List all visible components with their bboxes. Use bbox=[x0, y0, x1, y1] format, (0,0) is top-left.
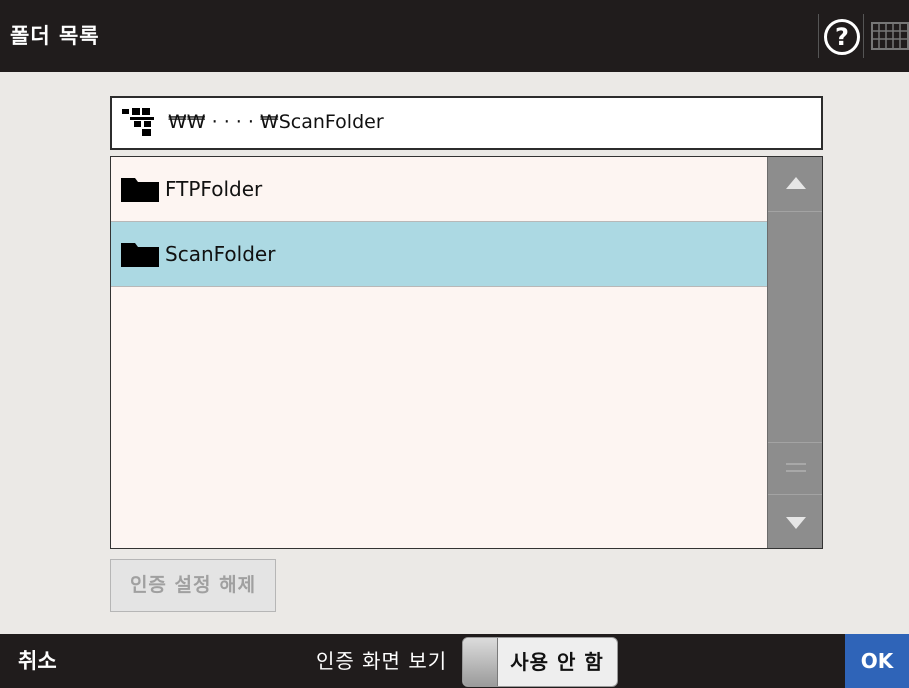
question-circle-icon: ? bbox=[824, 19, 860, 55]
bottom-bar: 취소 인증 화면 보기 사용 안 함 OK bbox=[0, 634, 909, 688]
page-title: 폴더 목록 bbox=[10, 24, 100, 48]
scrollbar[interactable] bbox=[767, 157, 822, 548]
scroll-thumb[interactable] bbox=[768, 442, 822, 493]
folder-list[interactable]: FTPFolder ScanFolder bbox=[110, 156, 823, 549]
path-text: ₩₩ · · · · ₩ScanFolder bbox=[168, 111, 384, 133]
keyboard-icon bbox=[871, 22, 909, 50]
folder-label: FTPFolder bbox=[165, 177, 263, 201]
ok-button[interactable]: OK bbox=[845, 634, 909, 688]
scroll-down-button[interactable] bbox=[768, 494, 822, 548]
scroll-up-button[interactable] bbox=[768, 157, 822, 212]
auth-screen-label: 인증 화면 보기 bbox=[316, 649, 448, 673]
arrow-down-icon bbox=[786, 517, 806, 529]
grip-icon bbox=[786, 470, 806, 472]
folder-label: ScanFolder bbox=[165, 242, 276, 266]
clear-auth-button[interactable]: 인증 설정 해제 bbox=[110, 559, 276, 612]
grip-icon bbox=[786, 463, 806, 465]
keyboard-button[interactable] bbox=[868, 14, 909, 58]
folder-icon bbox=[121, 243, 159, 267]
cancel-button[interactable]: 취소 bbox=[0, 634, 102, 688]
folder-item-ftpfolder[interactable]: FTPFolder bbox=[111, 157, 767, 222]
current-path-display: ₩₩ · · · · ₩ScanFolder bbox=[110, 96, 823, 150]
network-icon bbox=[122, 108, 154, 136]
auth-screen-toggle[interactable]: 사용 안 함 bbox=[462, 637, 618, 687]
help-button[interactable]: ? bbox=[818, 14, 864, 58]
toggle-knob[interactable] bbox=[463, 638, 498, 686]
arrow-up-icon bbox=[786, 177, 806, 189]
folder-item-scanfolder[interactable]: ScanFolder bbox=[111, 222, 767, 287]
toggle-value: 사용 안 함 bbox=[510, 650, 604, 674]
folder-icon bbox=[121, 178, 159, 202]
title-bar: 폴더 목록 ? bbox=[0, 0, 909, 72]
